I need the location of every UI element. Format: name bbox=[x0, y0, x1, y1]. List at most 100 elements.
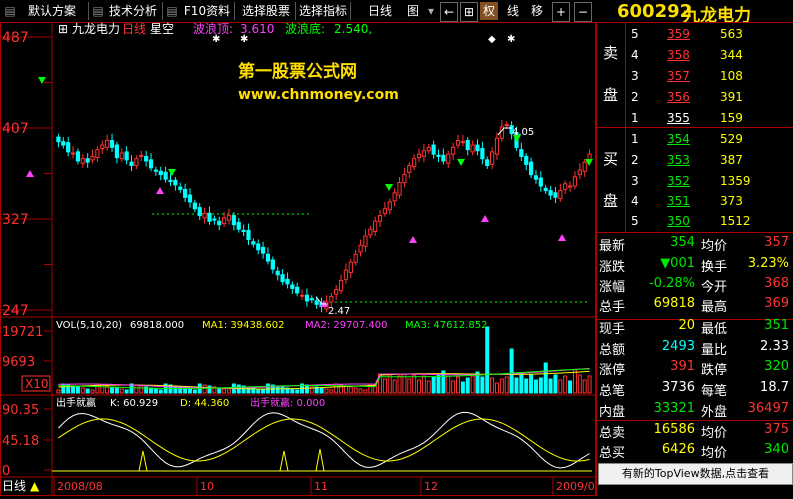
candle-body bbox=[275, 270, 280, 276]
candle-body bbox=[387, 201, 392, 211]
volume-bar bbox=[509, 348, 514, 394]
volume-bar bbox=[504, 376, 509, 394]
candle-body bbox=[192, 202, 197, 210]
stat-label: 总额 bbox=[599, 343, 626, 358]
kdj-tick-label: 45.18 bbox=[2, 434, 39, 449]
pick-stock-menu[interactable]: 选择股票 bbox=[237, 2, 295, 20]
daily-period-button[interactable]: 日线 bbox=[366, 2, 394, 20]
sell-volume: 159 bbox=[720, 111, 743, 125]
candle-body bbox=[85, 158, 90, 163]
buy-signal-marker bbox=[409, 236, 417, 243]
star-icon: ✱ bbox=[240, 34, 248, 45]
volume-bar bbox=[329, 389, 334, 394]
main-header-period: 日线 bbox=[122, 22, 146, 36]
watermark-title: 第一股票公式网 bbox=[238, 61, 357, 82]
volume-bar bbox=[358, 388, 363, 394]
candle-body bbox=[421, 150, 426, 157]
stat-label: 量比 bbox=[701, 343, 728, 358]
volume-bar bbox=[139, 385, 144, 394]
chevron-down-icon[interactable]: ▾ bbox=[426, 2, 436, 20]
d-line bbox=[58, 418, 590, 462]
stat-value: 6426 bbox=[661, 442, 695, 457]
candle-body bbox=[446, 153, 451, 164]
sell-volume: 563 bbox=[720, 27, 743, 41]
candle-body bbox=[80, 158, 85, 164]
volume-bar bbox=[426, 380, 431, 394]
signal-spike bbox=[138, 450, 148, 472]
candle-body bbox=[416, 153, 422, 159]
order-level: 3 bbox=[631, 174, 639, 188]
date-label: 11 bbox=[314, 480, 328, 493]
date-label: 2009/01/01 bbox=[556, 480, 596, 493]
order-level: 1 bbox=[631, 132, 639, 146]
wave-bottom-value: 2.540, bbox=[334, 22, 372, 36]
volume-bar bbox=[577, 374, 582, 394]
buy-signal-marker bbox=[481, 215, 489, 222]
sell-volume: 344 bbox=[720, 48, 743, 62]
candle-body bbox=[382, 208, 388, 214]
buy-price[interactable]: 353 bbox=[667, 153, 690, 167]
stat-value: 375 bbox=[764, 422, 789, 437]
buy-label: 买 bbox=[603, 150, 619, 168]
price-chart-button[interactable]: 图 bbox=[402, 2, 424, 20]
volume-bar bbox=[558, 379, 563, 394]
tech-analysis-menu[interactable]: 技术分析 bbox=[108, 2, 158, 20]
vol-ma3: MA3: 47612.852 bbox=[405, 320, 487, 331]
volume-bar bbox=[207, 385, 212, 394]
stat-label: 均价 bbox=[701, 446, 728, 461]
candle-body bbox=[455, 140, 461, 146]
volume-bar bbox=[456, 376, 460, 394]
buy-volume: 1512 bbox=[720, 214, 751, 228]
volume-bar bbox=[465, 377, 470, 394]
grid-icon[interactable]: ⊞ bbox=[460, 2, 478, 22]
main-header-mode: 星空 bbox=[150, 22, 174, 36]
default-scheme-menu[interactable]: 默认方案 bbox=[20, 2, 84, 20]
candle-body bbox=[124, 151, 129, 161]
chart-canvas[interactable]: 487407327247 ⊞ 九龙电力 日线 星空 波浪顶: 3.610 波浪底… bbox=[0, 21, 619, 496]
volume-bar bbox=[158, 389, 163, 394]
chart-area[interactable]: 487 407 327 247 ⊞ 九龙电力 日线 星空 波浪顶: 3.610 波浪底… bbox=[0, 21, 619, 496]
kdj-d: D: 44.360 bbox=[180, 398, 229, 409]
sell-price[interactable]: 357 bbox=[667, 69, 690, 83]
candle-body bbox=[309, 298, 314, 301]
plus-icon[interactable]: + bbox=[552, 2, 570, 22]
buy-price[interactable]: 352 bbox=[667, 174, 690, 188]
buy-price[interactable]: 351 bbox=[667, 194, 690, 208]
sell-price[interactable]: 358 bbox=[667, 48, 690, 62]
candle-body bbox=[222, 217, 227, 225]
divider bbox=[625, 22, 626, 232]
sell-price[interactable]: 355 bbox=[667, 111, 690, 125]
sell-price[interactable]: 359 bbox=[667, 27, 690, 41]
buy-price[interactable]: 350 bbox=[667, 214, 690, 228]
volume-bar bbox=[363, 389, 368, 394]
pick-indicator-menu[interactable]: 选择指标 bbox=[298, 2, 348, 20]
volume-bar bbox=[202, 384, 207, 394]
rights-button[interactable]: 权 bbox=[480, 2, 498, 20]
left-arrow-button[interactable]: ← bbox=[440, 2, 458, 22]
candle-body bbox=[153, 169, 158, 172]
sell-price[interactable]: 356 bbox=[667, 90, 690, 104]
buy-signal-marker bbox=[156, 187, 164, 194]
candle-body bbox=[212, 218, 217, 221]
candle-body bbox=[251, 241, 256, 245]
order-level: 5 bbox=[631, 214, 639, 228]
volume-bar bbox=[431, 376, 436, 394]
candle-body bbox=[295, 286, 300, 294]
buy-price[interactable]: 354 bbox=[667, 132, 690, 146]
candle-body bbox=[260, 246, 266, 254]
candle-body bbox=[470, 144, 475, 153]
move-button[interactable]: 移 bbox=[528, 2, 546, 20]
f10-menu[interactable]: F10资料 bbox=[180, 2, 234, 20]
topview-button[interactable]: 有新的TopView数据,点击查看 bbox=[598, 463, 793, 485]
menu-icon: ▤ bbox=[92, 4, 104, 18]
candle-body bbox=[329, 295, 334, 303]
candle-body bbox=[358, 244, 363, 253]
stat-value: 20 bbox=[678, 318, 695, 333]
line-button[interactable]: 线 bbox=[504, 2, 522, 20]
stat-label: 总笔 bbox=[599, 384, 626, 399]
candle-body bbox=[431, 144, 436, 155]
candle-body bbox=[148, 159, 154, 169]
kdj-tick-label: 0 bbox=[2, 464, 10, 479]
minus-icon[interactable]: − bbox=[574, 2, 592, 22]
menu-icon[interactable]: ▤ bbox=[4, 2, 16, 20]
